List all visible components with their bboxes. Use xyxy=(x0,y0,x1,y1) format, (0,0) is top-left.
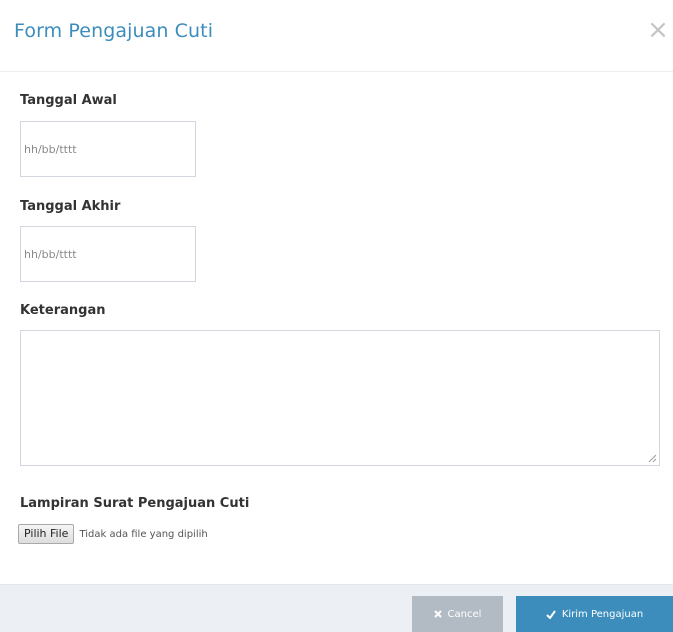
close-button[interactable]: × xyxy=(643,12,673,48)
submit-button[interactable]: Kirim Pengajuan xyxy=(516,596,673,632)
check-icon xyxy=(546,609,556,619)
close-icon: × xyxy=(647,15,669,45)
start-date-input[interactable] xyxy=(20,121,196,177)
notes-label: Keterangan xyxy=(20,303,106,318)
attachment-label: Lampiran Surat Pengajuan Cuti xyxy=(20,496,250,511)
leave-request-modal: Form Pengajuan Cuti × Tanggal Awal Tangg… xyxy=(0,0,673,632)
file-status-text: Tidak ada file yang dipilih xyxy=(79,528,208,540)
modal-footer: Cancel Kirim Pengajuan xyxy=(0,584,673,632)
times-icon xyxy=(433,610,442,618)
start-date-label: Tanggal Awal xyxy=(20,93,117,108)
cancel-button[interactable]: Cancel xyxy=(412,596,503,632)
file-input[interactable]: Pilih File Tidak ada file yang dipilih xyxy=(18,523,208,545)
resize-grip-icon[interactable] xyxy=(647,453,657,463)
modal-header: Form Pengajuan Cuti × xyxy=(0,0,673,72)
end-date-label: Tanggal Akhir xyxy=(20,199,121,214)
cancel-button-label: Cancel xyxy=(447,608,482,620)
submit-button-label: Kirim Pengajuan xyxy=(561,608,644,620)
end-date-input[interactable] xyxy=(20,226,196,282)
choose-file-button[interactable]: Pilih File xyxy=(18,524,75,544)
modal-title: Form Pengajuan Cuti xyxy=(14,20,214,42)
notes-textarea[interactable] xyxy=(20,330,660,466)
